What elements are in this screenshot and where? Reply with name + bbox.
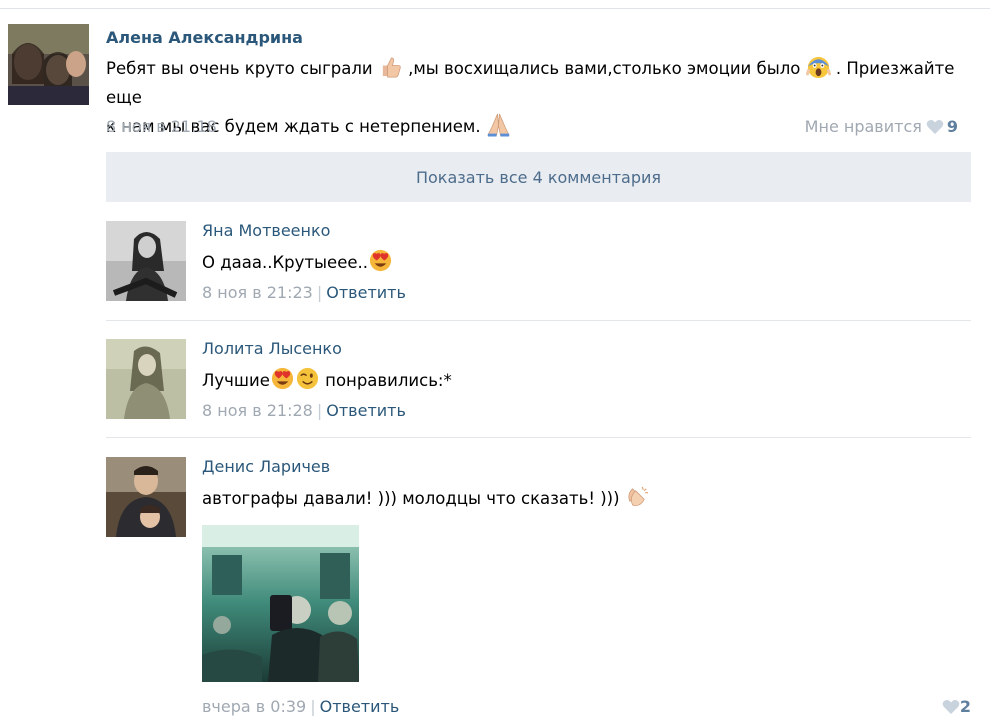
comment-avatar[interactable] bbox=[106, 457, 186, 537]
comment: Яна Мотвеенко О дааа..Крутыеее.. 8 ноя в… bbox=[106, 221, 971, 311]
heart-eyes-icon bbox=[369, 249, 392, 272]
comment-like-count: 2 bbox=[959, 697, 971, 716]
top-divider bbox=[0, 8, 990, 9]
comment-divider bbox=[106, 320, 971, 321]
reply-button[interactable]: Ответить bbox=[326, 283, 406, 302]
comment-text: О дааа..Крутыеее.. bbox=[202, 253, 368, 272]
comment-author-name[interactable]: Лолита Лысенко bbox=[202, 339, 342, 358]
like-label: Мне нравится bbox=[804, 117, 922, 136]
heart-icon bbox=[926, 120, 944, 134]
comment-author-name[interactable]: Яна Мотвеенко bbox=[202, 221, 330, 240]
comment-text-before: Лучшие bbox=[202, 371, 270, 390]
comment-text-row: автографы давали! ))) молодцы что сказат… bbox=[202, 484, 650, 509]
comment-text-row: Лучшие понравились:* bbox=[202, 366, 452, 391]
post-like-button[interactable]: Мне нравится 9 bbox=[805, 117, 958, 136]
comment-like-button[interactable]: 2 bbox=[938, 697, 971, 716]
meta-separator: | bbox=[316, 283, 323, 302]
comment-text: автографы давали! ))) молодцы что сказат… bbox=[202, 489, 620, 508]
comment-avatar[interactable] bbox=[106, 221, 186, 301]
comment-date[interactable]: 8 ноя в 21:28 bbox=[202, 401, 313, 420]
thumbs-up-icon bbox=[382, 57, 401, 78]
heart-eyes-icon bbox=[271, 367, 293, 390]
comment-date[interactable]: 8 ноя в 21:23 bbox=[202, 283, 313, 302]
comment-date[interactable]: вчера в 0:39 bbox=[202, 697, 306, 716]
post-date[interactable]: 8 ноя в 21:18 bbox=[106, 117, 217, 136]
comment: Денис Ларичев автографы давали! ))) моло… bbox=[106, 457, 971, 716]
meta-separator: | bbox=[316, 401, 323, 420]
post-author-name[interactable]: Алена Александрина bbox=[106, 28, 303, 47]
like-count: 9 bbox=[946, 117, 958, 136]
comment-text-row: О дааа..Крутыеее.. bbox=[202, 248, 393, 273]
comment: Лолита Лысенко Лучшие понравились:* 8 но… bbox=[106, 339, 971, 429]
show-all-comments-button[interactable]: Показать все 4 комментария bbox=[106, 152, 971, 202]
attached-photo[interactable] bbox=[202, 525, 359, 682]
reply-button[interactable]: Ответить bbox=[326, 401, 406, 420]
comment-meta: 8 ноя в 21:28 | Ответить bbox=[202, 401, 406, 420]
scream-icon bbox=[805, 56, 831, 79]
clap-icon bbox=[628, 486, 648, 506]
comment-meta: 8 ноя в 21:23 | Ответить bbox=[202, 283, 406, 302]
reply-button[interactable]: Ответить bbox=[320, 697, 400, 716]
post-text-part1: Ребят вы очень круто сыграли bbox=[106, 59, 373, 78]
post-author-avatar[interactable] bbox=[8, 24, 89, 105]
wink-icon bbox=[296, 367, 318, 390]
meta-separator: | bbox=[310, 697, 316, 716]
pray-icon bbox=[487, 113, 510, 137]
comment-divider bbox=[106, 437, 971, 438]
post-text-part2: ,мы восхищались вами,столько эмоции было bbox=[408, 59, 801, 78]
comment-text-after: понравились:* bbox=[325, 371, 452, 390]
comment-meta: вчера в 0:39 | Ответить bbox=[202, 697, 399, 716]
comment-avatar[interactable] bbox=[106, 339, 186, 419]
comment-author-name[interactable]: Денис Ларичев bbox=[202, 457, 330, 476]
